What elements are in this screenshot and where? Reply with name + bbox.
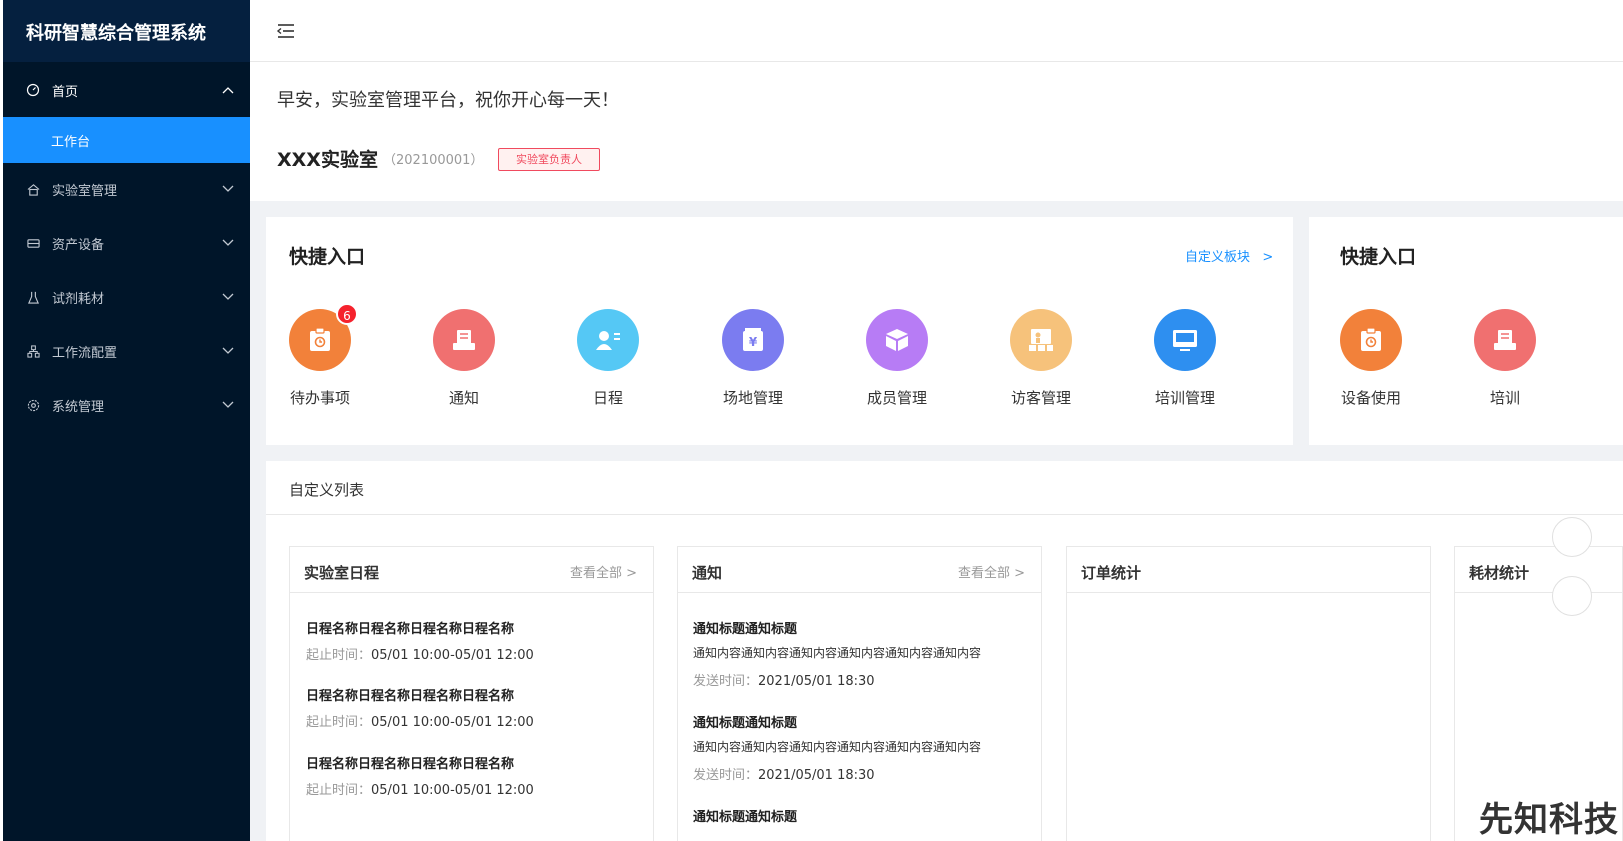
schedule-item-title[interactable]: 日程名称日程名称日程名称日程名称: [306, 618, 514, 637]
chevron-down-icon: [222, 347, 234, 355]
gear-icon: [26, 398, 40, 412]
schedule-item-time: 起止时间：05/01 10:00-05/01 12:00: [306, 715, 534, 730]
quick-item-label: 培训管理: [1154, 389, 1215, 407]
notice-item-title[interactable]: 通知标题通知标题: [693, 712, 797, 731]
notice-item-title[interactable]: 通知标题通知标题: [693, 806, 797, 825]
quick-item-training-2[interactable]: 培训: [1455, 309, 1555, 408]
quick-item-visitors[interactable]: 访客管理: [991, 309, 1091, 408]
chevron-down-icon: [222, 401, 234, 409]
sidebar: 科研智慧综合管理系统 首页 工作台 实验室管理 资产设备 试剂耗材 工作流配置 …: [3, 0, 250, 841]
notice-item-title[interactable]: 通知标题通知标题: [693, 618, 797, 637]
sidebar-item-label: 资产设备: [52, 237, 105, 253]
quick-item-notice[interactable]: 通知: [414, 309, 514, 408]
home-icon: [26, 182, 40, 196]
role-badge: 实验室负责人: [498, 148, 600, 171]
view-all-link[interactable]: 查看全部 >: [570, 562, 637, 581]
notice-item-time: 发送时间：2021/05/01 18:30: [693, 674, 875, 689]
sidebar-item-label: 试剂耗材: [52, 291, 105, 307]
sidebar-item-assets[interactable]: 资产设备: [3, 220, 250, 266]
quick-item-label: 通知: [448, 389, 479, 407]
custom-list-title: 自定义列表: [289, 481, 365, 499]
quick-item-equipment-use[interactable]: 设备使用: [1321, 309, 1421, 408]
greeting-panel: [250, 63, 1623, 201]
device-icon: [26, 236, 40, 250]
panel-title: 耗材统计: [1469, 564, 1530, 582]
lab-name: XXX实验室: [277, 149, 378, 171]
todo-count-badge: 6: [336, 303, 358, 325]
notice-icon: [433, 309, 495, 371]
panel-header: 实验室日程 查看全部 >: [290, 547, 653, 593]
panel-header: 订单统计: [1067, 547, 1430, 593]
customize-link[interactable]: 自定义板块 >: [1185, 246, 1273, 265]
sidebar-item-workflow[interactable]: 工作流配置: [3, 328, 250, 374]
watermark: 先知科技: [1479, 800, 1619, 840]
notice-item-content: 通知内容通知内容通知内容通知内容通知内容通知内容: [693, 740, 982, 754]
app-title: 科研智慧综合管理系统: [3, 0, 250, 62]
panel-header: 耗材统计: [1455, 547, 1622, 593]
schedule-item-title[interactable]: 日程名称日程名称日程名称日程名称: [306, 685, 514, 704]
chevron-down-icon: [222, 185, 234, 193]
panel-title: 通知: [692, 564, 723, 582]
sidebar-item-label: 系统管理: [52, 399, 105, 415]
quick-item-label: 培训: [1489, 389, 1520, 407]
notice-item-content: 通知内容通知内容通知内容通知内容通知内容通知内容: [693, 646, 982, 660]
sidebar-item-label: 首页: [52, 84, 79, 100]
chevron-right-icon: >: [1262, 250, 1274, 265]
quick-item-members[interactable]: 成员管理: [847, 309, 947, 408]
sidebar-item-reagents[interactable]: 试剂耗材: [3, 274, 250, 320]
quick-item-label: 日程: [592, 389, 623, 407]
sidebar-item-label: 工作流配置: [52, 345, 118, 361]
cube-icon: [866, 309, 928, 371]
view-all-link[interactable]: 查看全部 >: [958, 562, 1025, 581]
user-card-icon: [577, 309, 639, 371]
notice-item-time: 发送时间：2021/05/01 18:30: [693, 768, 875, 783]
quick-item-label: 待办事项: [289, 389, 350, 407]
sidebar-item-system[interactable]: 系统管理: [3, 382, 250, 428]
clipboard-icon: 6: [289, 303, 358, 371]
sidebar-item-home[interactable]: 首页: [3, 67, 250, 113]
schedule-item-title[interactable]: 日程名称日程名称日程名称日程名称: [306, 753, 514, 772]
quick-item-training[interactable]: 培训管理: [1135, 309, 1235, 408]
float-button[interactable]: [1552, 517, 1592, 557]
quick-item-label: 成员管理: [866, 389, 927, 407]
schedule-item-time: 起止时间：05/01 10:00-05/01 12:00: [306, 648, 534, 663]
quick-item-label: 场地管理: [722, 389, 783, 407]
svg-text:¥: ¥: [749, 335, 758, 349]
panel-title: 订单统计: [1081, 564, 1142, 582]
greeting-text: 早安，实验室管理平台，祝你开心每一天！: [277, 90, 619, 111]
quick-item-todo[interactable]: 6 待办事项: [270, 303, 370, 408]
dashboard-icon: [26, 83, 40, 97]
flask-icon: [26, 290, 40, 304]
quick-entry-title: 快捷入口: [289, 246, 366, 268]
notice-icon: [1474, 309, 1536, 371]
workflow-icon: [26, 344, 40, 358]
visitor-icon: [1010, 309, 1072, 371]
schedule-panel: 实验室日程 查看全部 > 日程名称日程名称日程名称日程名称 起止时间：05/01…: [289, 546, 654, 841]
panel-title: 实验室日程: [304, 564, 380, 582]
chevron-down-icon: [222, 293, 234, 301]
clipboard-icon: [1340, 309, 1402, 371]
quick-item-venue[interactable]: ¥ 场地管理: [703, 309, 803, 408]
sidebar-subitem-workbench[interactable]: 工作台: [3, 117, 250, 163]
lab-code: （202100001）: [383, 153, 484, 168]
panel-header: 通知 查看全部 >: [678, 547, 1041, 593]
orders-panel: 订单统计: [1066, 546, 1431, 841]
top-bar: [250, 0, 1623, 62]
sidebar-item-lab-management[interactable]: 实验室管理: [3, 166, 250, 212]
quick-item-schedule[interactable]: 日程: [558, 309, 658, 408]
yen-icon: ¥: [722, 309, 784, 371]
monitor-icon: [1154, 309, 1216, 371]
notice-panel: 通知 查看全部 > 通知标题通知标题 通知内容通知内容通知内容通知内容通知内容通…: [677, 546, 1042, 841]
float-button[interactable]: [1552, 576, 1592, 616]
sidebar-item-label: 实验室管理: [52, 183, 118, 199]
customize-label: 自定义板块: [1185, 250, 1251, 265]
quick-entry-title-2: 快捷入口: [1340, 246, 1417, 268]
schedule-item-time: 起止时间：05/01 10:00-05/01 12:00: [306, 783, 534, 798]
quick-item-label: 访客管理: [1010, 389, 1071, 407]
chevron-up-icon: [222, 86, 234, 94]
quick-item-label: 设备使用: [1340, 389, 1401, 407]
chevron-down-icon: [222, 239, 234, 247]
divider: [266, 514, 1623, 515]
menu-collapse-icon[interactable]: [276, 22, 296, 40]
